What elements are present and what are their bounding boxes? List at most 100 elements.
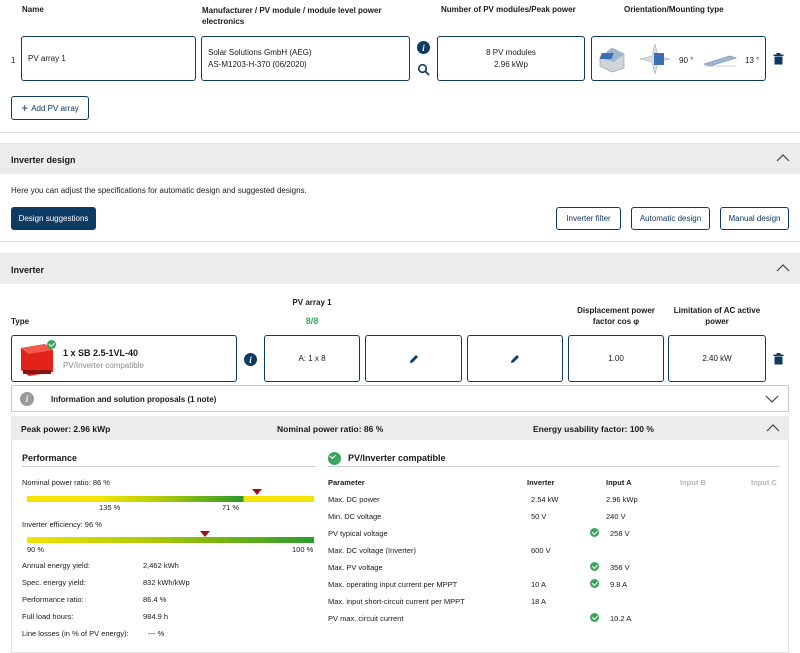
tilt-panel-icon [703, 55, 737, 67]
compat-input-a-value: 9.8 A [610, 580, 628, 589]
stat-value: 984.9 h [143, 612, 169, 621]
compat-param: PV max. circuit current [328, 614, 404, 623]
manual-design-button[interactable]: Manual design [720, 207, 789, 230]
inverter-header[interactable]: Inverter [0, 253, 800, 284]
efficiency-low-tick: 90 % [27, 545, 45, 554]
chevron-down-icon[interactable] [765, 394, 779, 404]
module-name: AS-M1203-H-370 (06/2020) [208, 59, 307, 69]
edit-config-button[interactable] [467, 335, 563, 382]
summary-usability: Energy usability factor: 100 % [533, 424, 654, 434]
compat-input-a-value: 356 V [610, 563, 630, 572]
pencil-icon [409, 354, 418, 363]
manufacturer-name: Solar Solutions GmbH (AEG) [208, 47, 312, 57]
inverter-design-header[interactable]: Inverter design [0, 143, 800, 174]
manufacturer-field[interactable]: Solar Solutions GmbH (AEG) AS-M1203-H-37… [201, 36, 410, 81]
compat-col-input-c: Input C [751, 478, 777, 487]
plus-icon: + [21, 101, 29, 115]
trash-icon[interactable] [773, 53, 784, 65]
add-pv-array-button[interactable]: + Add PV array [11, 96, 89, 120]
summary-nominal-ratio: Nominal power ratio: 86 % [277, 424, 384, 434]
pv-array-name: PV array 1 [28, 54, 66, 63]
summary-peak-power: Peak power: 2.96 kWp [21, 424, 111, 434]
trash-icon[interactable] [773, 353, 784, 365]
nominal-ratio-marker [251, 489, 262, 495]
efficiency-marker [199, 531, 210, 537]
compat-title: PV/Inverter compatible [348, 453, 446, 463]
stat-label: Line losses (in % of PV energy): [22, 629, 129, 638]
chevron-up-icon[interactable] [776, 262, 790, 274]
col-header-modules: Number of PV modules/Peak power [441, 5, 576, 14]
performance-title: Performance [22, 453, 78, 463]
stat-value: 2,462 kWh [143, 561, 179, 570]
check-icon [590, 528, 599, 537]
compat-input-a-value: 258 V [610, 529, 630, 538]
col-header-manufacturer: Manufacturer / PV module / module level … [202, 6, 382, 26]
inverter-model: 1 x SB 2.5-1VL-40 [63, 348, 139, 358]
limitation-header: Limitation of AC active power [673, 306, 761, 326]
chevron-up-icon[interactable] [776, 152, 790, 164]
pv-array-name-field[interactable]: PV array 1 [21, 36, 196, 81]
ac-limit-field[interactable]: 2.40 kW [668, 335, 766, 382]
ac-limit-value: 2.40 kW [702, 354, 732, 363]
chevron-up-icon[interactable] [766, 423, 780, 433]
compass-azimuth-icon [639, 43, 671, 75]
compat-divider [328, 466, 779, 467]
compat-param: Max. DC power [328, 495, 380, 504]
info-proposals-text: Information and solution proposals (1 no… [51, 395, 217, 404]
pv-array-count: 8/8 [305, 316, 319, 326]
stat-label: Annual energy yield: [22, 561, 90, 570]
compatible-check-icon [47, 340, 56, 349]
performance-divider [22, 466, 316, 467]
design-suggestions-button[interactable]: Design suggestions [11, 207, 96, 230]
pv-array-header: PV array 1 [292, 298, 332, 307]
automatic-design-button[interactable]: Automatic design [631, 207, 710, 230]
compat-check-icon [328, 452, 341, 465]
check-icon [590, 579, 599, 588]
compat-param: Max. input short-circuit current per MPP… [328, 597, 465, 606]
inverter-compat-text: PV/Inverter compatible [63, 361, 144, 370]
summary-bar[interactable]: Peak power: 2.96 kWp Nominal power ratio… [11, 416, 789, 440]
efficiency-label: Inverter efficiency: 96 % [22, 520, 102, 529]
cos-phi-field[interactable]: 1.00 [568, 335, 664, 382]
stat-label: Spec. energy yield: [22, 578, 86, 587]
inverter-info-icon[interactable]: i [244, 353, 257, 366]
row-index: 1 [11, 56, 16, 65]
inverter-filter-button[interactable]: Inverter filter [556, 207, 621, 230]
compat-input-a-value: 2.96 kWp [606, 495, 638, 504]
house-icon [599, 47, 625, 73]
compat-param: PV typical voltage [328, 529, 388, 538]
tilt-value: 13 ° [745, 56, 760, 65]
col-header-orientation: Orientation/Mounting type [624, 5, 724, 14]
peak-power: 2.96 kWp [494, 59, 528, 69]
compat-param: Max. PV voltage [328, 563, 383, 572]
efficiency-bar [27, 537, 314, 543]
nominal-power-label: Nominal power ratio: 86 % [22, 478, 110, 487]
module-info-icon[interactable]: i [417, 41, 430, 54]
displacement-header: Displacement power factor cos φ [577, 306, 655, 326]
cos-phi-value: 1.00 [608, 354, 624, 363]
compat-col-inverter: Inverter [527, 478, 555, 487]
check-icon [590, 562, 599, 571]
stat-label: Full load hours: [22, 612, 74, 621]
modules-count-field[interactable]: 8 PV modules 2.96 kWp [437, 36, 585, 81]
nominal-high-tick: 71 % [222, 503, 240, 512]
type-label: Type [11, 317, 30, 326]
inverter-design-body: Here you can adjust the specifications f… [0, 174, 800, 242]
compat-col-input-a: Input A [606, 478, 632, 487]
nominal-ratio-bar [27, 496, 314, 502]
info-grey-icon: i [20, 392, 34, 406]
edit-pv-array-button[interactable] [365, 335, 462, 382]
compat-inverter-value: 18 A [531, 597, 547, 606]
search-icon[interactable] [417, 63, 430, 76]
compat-input-a-value: 240 V [606, 512, 626, 521]
pencil-icon [511, 354, 519, 363]
compat-param: Min. DC voltage [328, 512, 382, 521]
compat-inverter-value: 2.54 kW [531, 495, 559, 504]
compat-inverter-value: 600 V [531, 546, 551, 555]
azimuth-value: 90 ° [679, 56, 694, 65]
string-config-field[interactable]: A: 1 x 8 [264, 335, 360, 382]
col-header-name: Name [22, 5, 44, 14]
modules-count: 8 PV modules [486, 47, 536, 57]
info-proposals-bar[interactable]: i Information and solution proposals (1 … [11, 385, 789, 412]
string-config: A: 1 x 8 [298, 354, 326, 363]
